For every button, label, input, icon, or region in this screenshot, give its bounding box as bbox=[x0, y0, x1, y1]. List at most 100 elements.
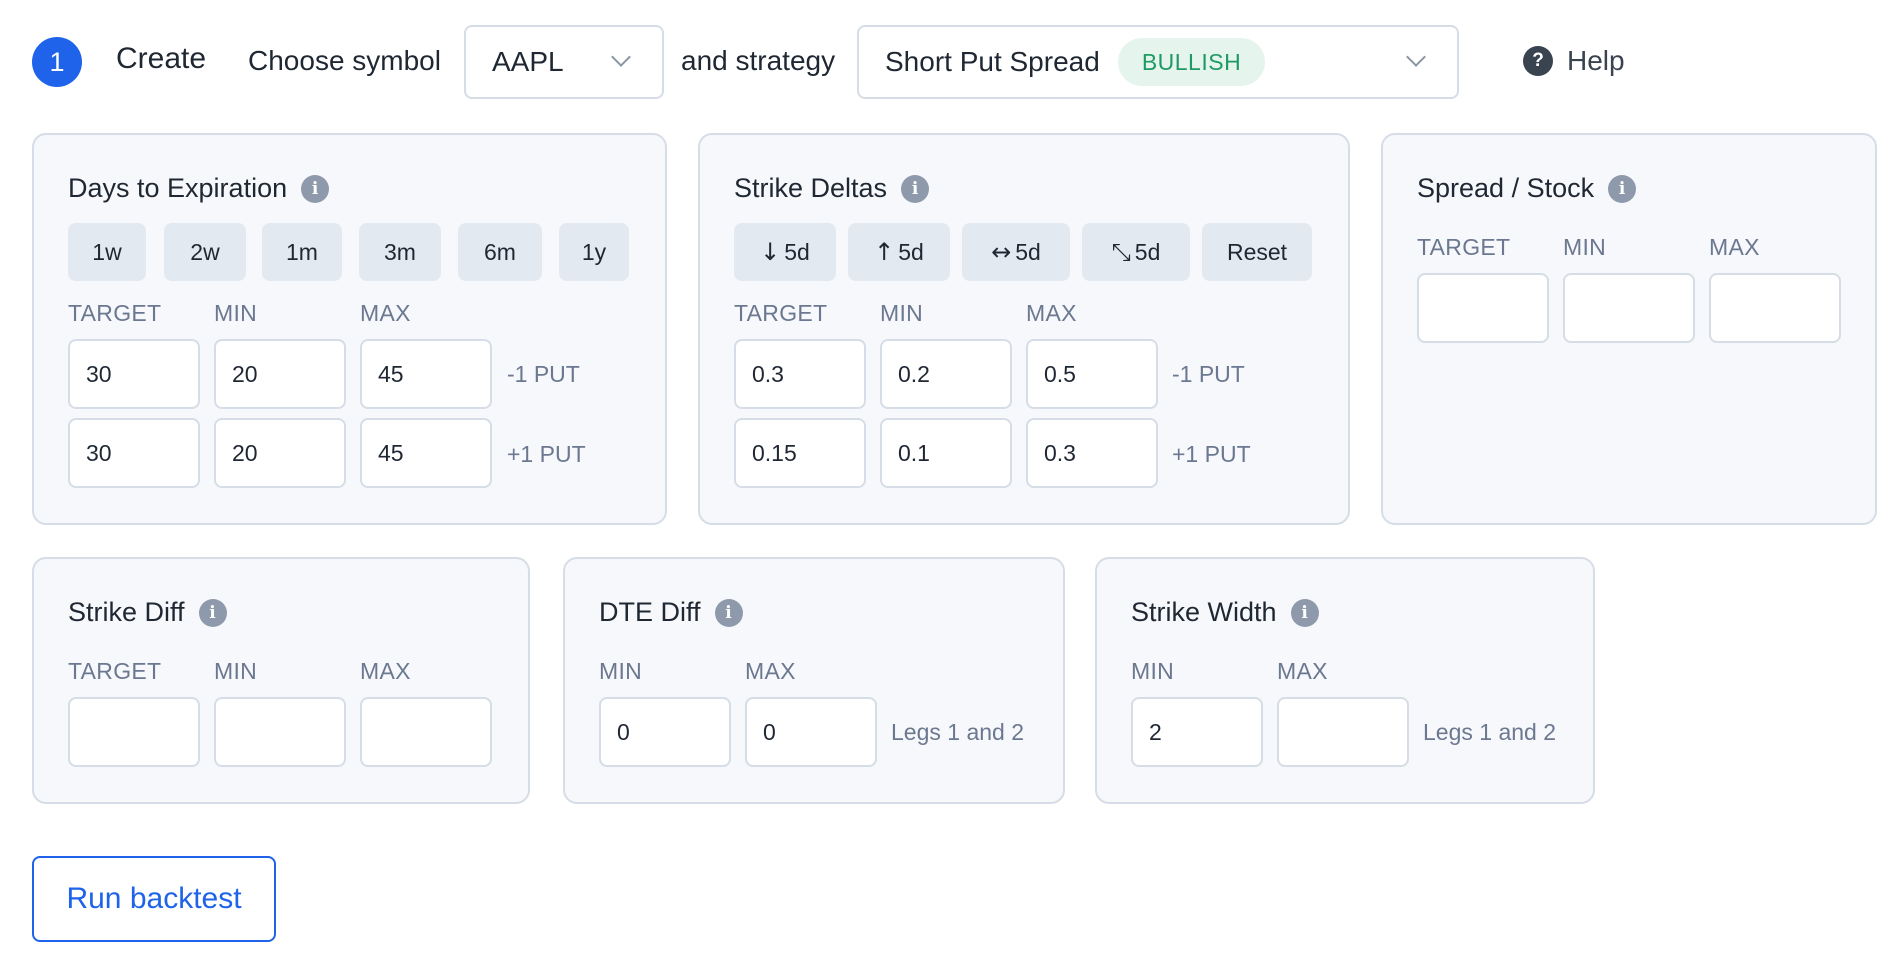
create-label: Create bbox=[116, 42, 207, 75]
choose-symbol-label: Choose symbol bbox=[248, 45, 441, 76]
dte-leg2-target-input[interactable]: 30 bbox=[68, 418, 200, 488]
symbol-select-value: AAPL bbox=[492, 46, 564, 77]
strike-width-max-input[interactable] bbox=[1277, 697, 1409, 767]
delta-leg2-max-input[interactable]: 0.3 bbox=[1026, 418, 1158, 488]
reset-button[interactable]: Reset bbox=[1202, 223, 1312, 281]
help-icon: ? bbox=[1523, 46, 1553, 76]
chevron-down-icon bbox=[611, 47, 631, 67]
symbol-select[interactable]: AAPL bbox=[464, 25, 664, 99]
strike-width-min-input[interactable]: 2 bbox=[1131, 697, 1263, 767]
leg1-label: -1 PUT bbox=[507, 361, 580, 387]
strike-deltas-card: Strike Deltas i ↓ 5d ↑ 5d ↔ 5d ⤡ 5d Rese… bbox=[698, 133, 1350, 525]
dte-preset-3m[interactable]: 3m bbox=[359, 223, 441, 281]
dte-preset-1y[interactable]: 1y bbox=[559, 223, 629, 281]
button-label: 5d bbox=[1134, 238, 1161, 265]
column-label-max: MAX bbox=[1277, 658, 1328, 684]
info-icon[interactable]: i bbox=[714, 598, 743, 627]
spread-stock-max-input[interactable] bbox=[1709, 273, 1841, 343]
dte-diff-title: DTE Diff i bbox=[599, 597, 743, 628]
dte-leg1-min-input[interactable]: 20 bbox=[214, 339, 346, 409]
strike-diff-card: Strike Diff i TARGET MIN MAX bbox=[32, 557, 530, 804]
dte-preset-1w[interactable]: 1w bbox=[68, 223, 146, 281]
column-label-min: MIN bbox=[880, 300, 924, 326]
days-to-expiration-card: Days to Expiration i 1w 2w 1m 3m 6m 1y T… bbox=[32, 133, 667, 525]
info-icon[interactable]: i bbox=[198, 598, 227, 627]
dte-diff-card: DTE Diff i MIN MAX 0 0 Legs 1 and 2 bbox=[563, 557, 1065, 804]
delta-leg2-target-input[interactable]: 0.15 bbox=[734, 418, 866, 488]
column-label-max: MAX bbox=[360, 658, 411, 684]
delta-leg1-max-input[interactable]: 0.5 bbox=[1026, 339, 1158, 409]
help-link[interactable]: ? Help bbox=[1523, 45, 1625, 77]
arrows-collapse-icon: ⤡ bbox=[1111, 238, 1131, 266]
card-title-text: Strike Deltas bbox=[734, 173, 888, 203]
column-label-min: MIN bbox=[1563, 234, 1607, 260]
column-label-target: TARGET bbox=[68, 300, 162, 326]
info-icon[interactable]: i bbox=[901, 174, 930, 203]
spread-stock-min-input[interactable] bbox=[1563, 273, 1695, 343]
leg1-label: -1 PUT bbox=[1172, 361, 1245, 387]
strike-diff-max-input[interactable] bbox=[360, 697, 492, 767]
strategy-select-value: Short Put Spread bbox=[885, 46, 1100, 77]
strategy-bullish-badge: BULLISH bbox=[1117, 38, 1266, 86]
info-icon[interactable]: i bbox=[1290, 598, 1319, 627]
run-backtest-button[interactable]: Run backtest bbox=[32, 856, 276, 942]
column-label-target: TARGET bbox=[734, 300, 828, 326]
button-label: 5d bbox=[784, 238, 810, 265]
card-title-text: Days to Expiration bbox=[68, 173, 288, 203]
strike-diff-title: Strike Diff i bbox=[68, 597, 227, 628]
arrow-up-icon: ↑ bbox=[874, 238, 895, 266]
and-strategy-label: and strategy bbox=[681, 45, 836, 76]
info-icon[interactable]: i bbox=[301, 174, 330, 203]
column-label-max: MAX bbox=[1026, 300, 1077, 326]
column-label-min: MIN bbox=[214, 300, 258, 326]
dte-preset-6m[interactable]: 6m bbox=[458, 223, 542, 281]
card-title-text: Spread / Stock bbox=[1417, 173, 1595, 203]
card-title-text: Strike Width bbox=[1131, 597, 1277, 627]
column-label-target: TARGET bbox=[68, 658, 162, 684]
strike-width-title: Strike Width i bbox=[1131, 597, 1319, 628]
column-label-max: MAX bbox=[360, 300, 411, 326]
dte-leg2-max-input[interactable]: 45 bbox=[360, 418, 492, 488]
info-icon[interactable]: i bbox=[1608, 174, 1637, 203]
dte-leg2-min-input[interactable]: 20 bbox=[214, 418, 346, 488]
button-label: 5d bbox=[1015, 238, 1041, 265]
spread-stock-title: Spread / Stock i bbox=[1417, 173, 1637, 204]
arrow-left-right-icon: ↔ bbox=[991, 238, 1012, 266]
legs-note: Legs 1 and 2 bbox=[1423, 719, 1557, 745]
delta-shift-up-button[interactable]: ↑ 5d bbox=[848, 223, 950, 281]
card-title-text: DTE Diff bbox=[599, 597, 701, 627]
delta-leg2-min-input[interactable]: 0.1 bbox=[880, 418, 1012, 488]
dte-leg1-max-input[interactable]: 45 bbox=[360, 339, 492, 409]
leg2-label: +1 PUT bbox=[1172, 441, 1251, 467]
delta-leg1-target-input[interactable]: 0.3 bbox=[734, 339, 866, 409]
dte-leg1-target-input[interactable]: 30 bbox=[68, 339, 200, 409]
strategy-select[interactable]: Short Put Spread BULLISH bbox=[857, 25, 1459, 99]
step-number-badge: 1 bbox=[32, 37, 82, 87]
delta-widen-button[interactable]: ↔ 5d bbox=[962, 223, 1070, 281]
delta-narrow-button[interactable]: ⤡ 5d bbox=[1082, 223, 1190, 281]
delta-shift-down-button[interactable]: ↓ 5d bbox=[734, 223, 836, 281]
strike-diff-target-input[interactable] bbox=[68, 697, 200, 767]
dte-preset-1m[interactable]: 1m bbox=[262, 223, 342, 281]
column-label-target: TARGET bbox=[1417, 234, 1511, 260]
arrow-down-icon: ↓ bbox=[760, 238, 781, 266]
help-label: Help bbox=[1567, 45, 1625, 76]
chevron-down-icon bbox=[1406, 47, 1426, 67]
column-label-max: MAX bbox=[1709, 234, 1760, 260]
dte-preset-2w[interactable]: 2w bbox=[164, 223, 246, 281]
column-label-min: MIN bbox=[1131, 658, 1175, 684]
dte-diff-min-input[interactable]: 0 bbox=[599, 697, 731, 767]
leg2-label: +1 PUT bbox=[507, 441, 586, 467]
strike-deltas-title: Strike Deltas i bbox=[734, 173, 930, 204]
spread-stock-card: Spread / Stock i TARGET MIN MAX bbox=[1381, 133, 1877, 525]
dte-diff-max-input[interactable]: 0 bbox=[745, 697, 877, 767]
strike-width-card: Strike Width i MIN MAX 2 Legs 1 and 2 bbox=[1095, 557, 1595, 804]
strike-diff-min-input[interactable] bbox=[214, 697, 346, 767]
legs-note: Legs 1 and 2 bbox=[891, 719, 1025, 745]
button-label: 5d bbox=[898, 238, 924, 265]
days-to-expiration-title: Days to Expiration i bbox=[68, 173, 330, 204]
delta-leg1-min-input[interactable]: 0.2 bbox=[880, 339, 1012, 409]
spread-stock-target-input[interactable] bbox=[1417, 273, 1549, 343]
column-label-min: MIN bbox=[214, 658, 258, 684]
card-title-text: Strike Diff bbox=[68, 597, 185, 627]
